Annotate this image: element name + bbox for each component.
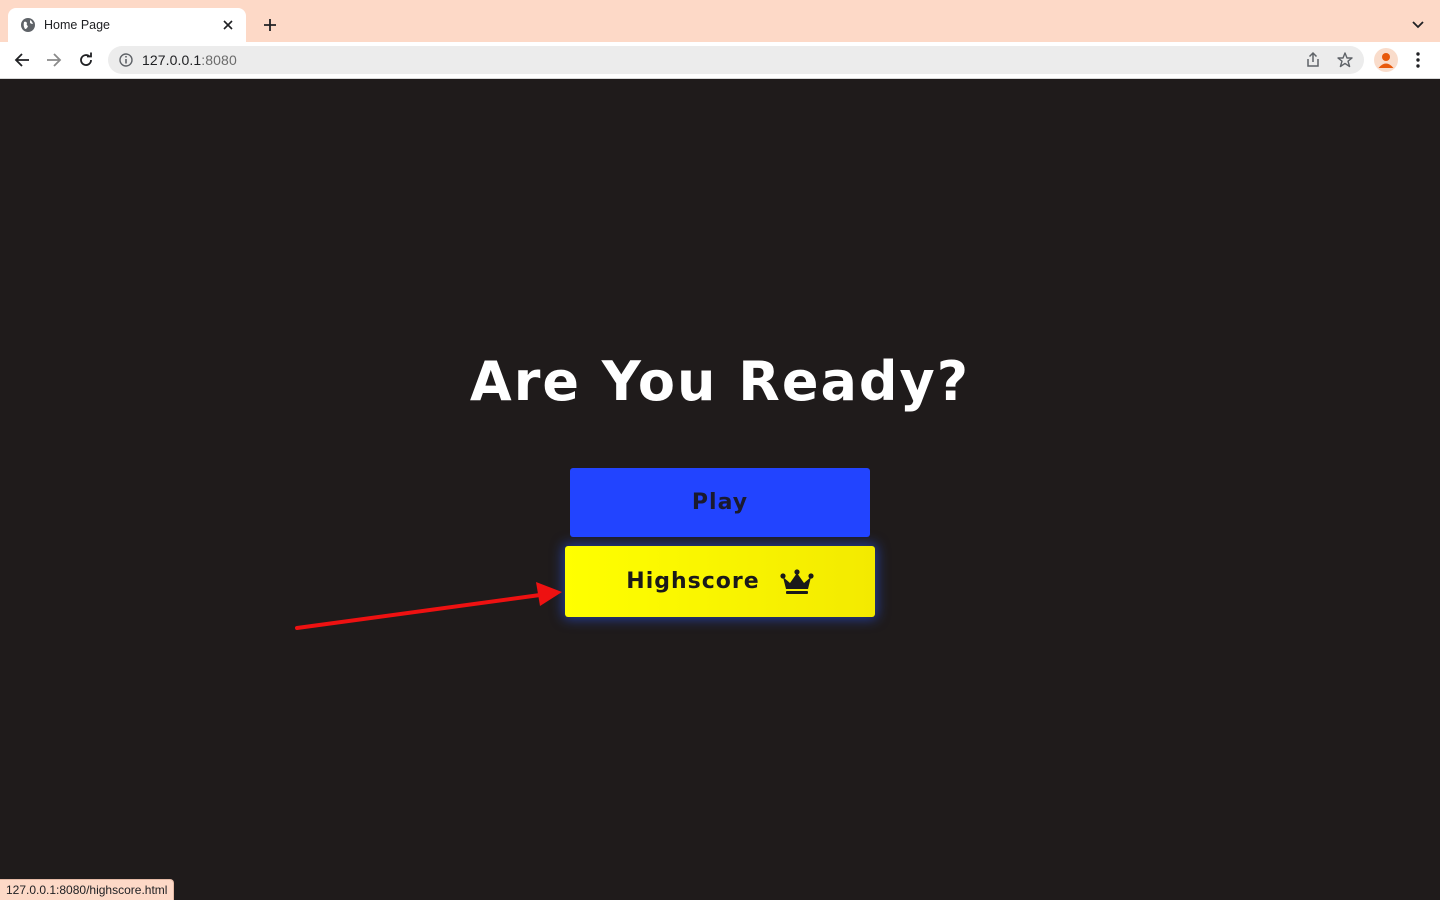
- highscore-label: Highscore: [626, 569, 760, 594]
- address-host: 127.0.0.1: [142, 52, 202, 68]
- share-icon[interactable]: [1304, 51, 1322, 69]
- avatar-icon[interactable]: [1374, 48, 1398, 72]
- play-label: Play: [691, 490, 749, 515]
- reload-icon[interactable]: [73, 47, 99, 73]
- info-icon[interactable]: [118, 52, 134, 68]
- globe-icon: [20, 17, 36, 33]
- plus-icon[interactable]: [258, 13, 282, 37]
- crown-icon: [780, 568, 814, 595]
- browser-tab[interactable]: Home Page: [8, 8, 246, 42]
- status-bar-url: 127.0.0.1:8080/highscore.html: [0, 879, 175, 900]
- annotation-arrow-icon: [295, 582, 562, 630]
- address-port: :8080: [201, 52, 237, 68]
- kebab-menu-icon[interactable]: [1410, 48, 1426, 72]
- address-url: 127.0.0.1:8080: [142, 52, 237, 68]
- browser-toolbar: 127.0.0.1:8080: [0, 42, 1440, 79]
- play-button[interactable]: Play: [570, 468, 870, 537]
- page-title: Are You Ready?: [469, 350, 971, 413]
- tab-title: Home Page: [44, 18, 111, 32]
- tab-strip: Home Page: [0, 0, 1440, 42]
- forward-arrow-icon[interactable]: [41, 47, 67, 73]
- address-bar[interactable]: 127.0.0.1:8080: [108, 46, 1364, 74]
- close-icon[interactable]: [220, 17, 236, 33]
- back-arrow-icon[interactable]: [9, 47, 35, 73]
- star-icon[interactable]: [1336, 51, 1354, 69]
- chevron-down-icon[interactable]: [1406, 13, 1430, 37]
- highscore-button[interactable]: Highscore: [565, 546, 875, 617]
- page-content: Are You Ready? Play Highscore: [0, 79, 1440, 900]
